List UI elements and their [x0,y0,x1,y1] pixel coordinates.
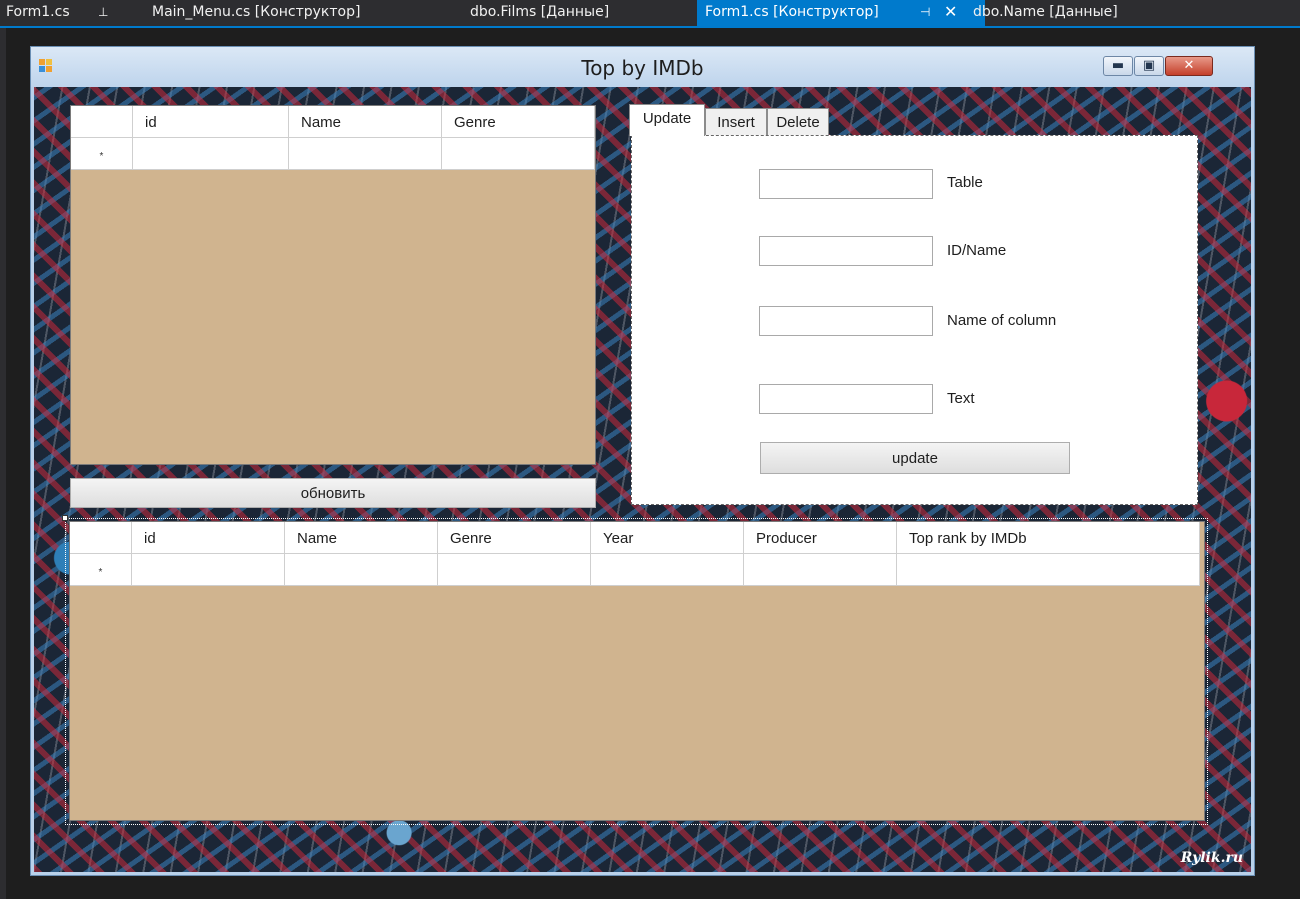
id-name-label: ID/Name [947,242,1007,259]
table-row[interactable]: * [70,554,1200,586]
bottom-data-grid[interactable]: id Name Genre Year Producer Top rank by … [69,521,1205,821]
ide-tab-form1-cs[interactable]: Form1.cs [6,0,70,26]
grid-cell[interactable] [133,138,289,170]
new-row-marker: * [98,567,103,578]
table-input[interactable] [759,169,933,199]
top-data-grid[interactable]: id Name Genre * [70,105,596,465]
grid-cell[interactable] [897,554,1200,586]
grid-cell[interactable] [289,138,442,170]
ide-tab-form1-designer-label: Form1.cs [Конструктор] [705,4,879,20]
column-header-id[interactable]: id [133,106,289,138]
refresh-button[interactable]: обновить [70,478,596,508]
pin-icon[interactable]: ⊥ [98,0,108,24]
grid-corner-cell[interactable] [70,522,132,554]
column-header-producer[interactable]: Producer [744,522,897,554]
new-row-marker: * [99,151,104,162]
pin-icon[interactable]: ⊣ [920,0,930,24]
form-window: Top by IMDb ▬ ▣ ✕ id Name Genre * обнови… [30,46,1255,876]
tab-insert[interactable]: Insert [705,108,767,136]
tab-update[interactable]: Update [629,104,705,136]
form-client-area: id Name Genre * обновить Update Insert D… [34,87,1251,872]
close-tab-icon[interactable]: ✕ [944,0,957,24]
column-header-id[interactable]: id [132,522,285,554]
column-header-top-rank[interactable]: Top rank by IMDb [897,522,1200,554]
ide-tab-form1-designer[interactable]: Form1.cs [Конструктор] [697,0,985,26]
row-header-cell[interactable]: * [70,554,132,586]
grid-header-row: id Name Genre Year Producer Top rank by … [70,522,1200,554]
title-bar[interactable]: Top by IMDb ▬ ▣ ✕ [31,47,1254,87]
close-icon: ✕ [1183,58,1195,73]
window-title: Top by IMDb [581,56,704,80]
grid-corner-cell[interactable] [71,106,133,138]
column-name-input[interactable] [759,306,933,336]
tab-delete[interactable]: Delete [767,108,829,136]
close-button[interactable]: ✕ [1165,56,1213,76]
column-header-year[interactable]: Year [591,522,744,554]
ide-tab-name-data[interactable]: dbo.Name [Данные] [973,0,1118,26]
table-label: Table [947,174,983,191]
column-header-name[interactable]: Name [289,106,442,138]
resize-handle[interactable] [62,515,68,521]
grid-cell[interactable] [438,554,591,586]
grid-cell[interactable] [132,554,285,586]
table-row[interactable]: * [71,138,595,170]
grid-cell[interactable] [442,138,595,170]
minimize-icon: ▬ [1111,58,1125,73]
grid-header-row: id Name Genre [71,106,595,138]
grid-cell[interactable] [744,554,897,586]
ide-tab-strip: Form1.cs ⊥ Main_Menu.cs [Конструктор] db… [0,0,1300,28]
maximize-button[interactable]: ▣ [1134,56,1164,76]
text-label: Text [947,390,975,407]
update-button[interactable]: update [760,442,1070,474]
maximize-icon: ▣ [1142,58,1156,73]
minimize-button[interactable]: ▬ [1103,56,1133,76]
row-header-cell[interactable]: * [71,138,133,170]
column-name-label: Name of column [947,312,1057,329]
ide-tab-main-menu-designer[interactable]: Main_Menu.cs [Конструктор] [152,0,360,26]
watermark-text: Rylik.ru [1180,850,1243,866]
column-header-genre[interactable]: Genre [442,106,595,138]
column-header-name[interactable]: Name [285,522,438,554]
column-header-genre[interactable]: Genre [438,522,591,554]
id-name-input[interactable] [759,236,933,266]
text-input[interactable] [759,384,933,414]
ide-tab-films-data[interactable]: dbo.Films [Данные] [470,0,609,26]
update-tab-page: Table ID/Name Name of column Text update [631,135,1198,505]
grid-cell[interactable] [591,554,744,586]
grid-cell[interactable] [285,554,438,586]
